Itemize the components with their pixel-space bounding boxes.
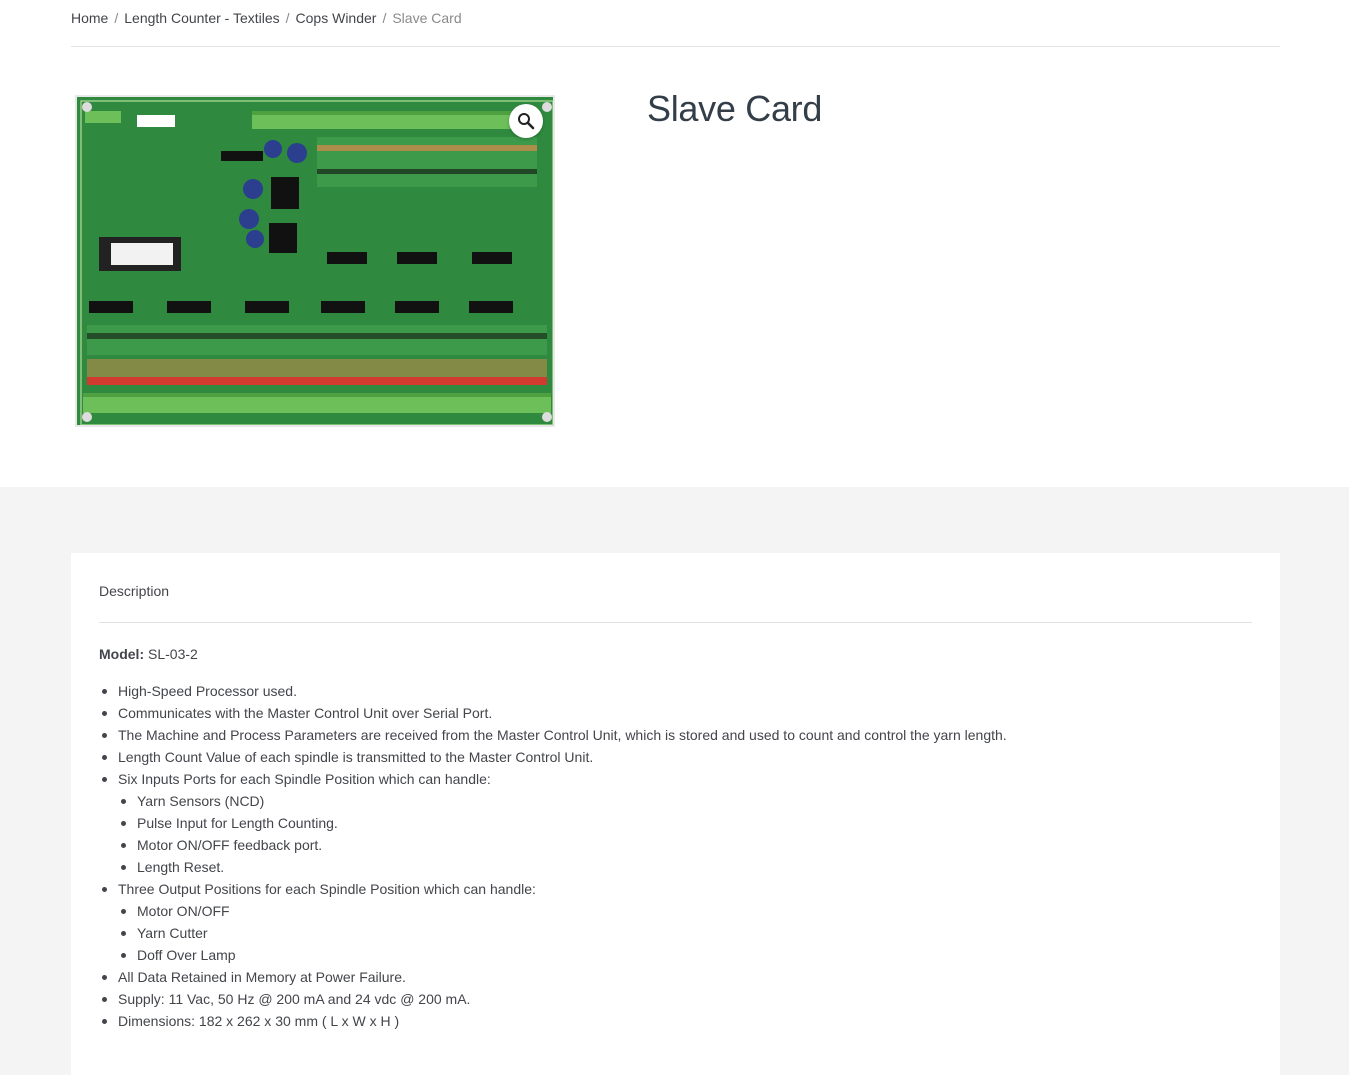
list-item: Supply: 11 Vac, 50 Hz @ 200 mA and 24 vd… <box>99 988 1252 1010</box>
list-item: Motor ON/OFF feedback port. <box>118 834 1252 856</box>
breadcrumb-separator: / <box>285 10 290 26</box>
tab-divider <box>99 622 1252 623</box>
list-item: Six Inputs Ports for each Spindle Positi… <box>99 768 1252 878</box>
outputs-sublist: Motor ON/OFF Yarn Cutter Doff Over Lamp <box>118 900 1252 966</box>
feature-list: High-Speed Processor used. Communicates … <box>99 680 1252 1032</box>
list-item: The Machine and Process Parameters are r… <box>99 724 1252 746</box>
breadcrumb-link-length-counter[interactable]: Length Counter - Textiles <box>124 10 279 26</box>
breadcrumb: Home / Length Counter - Textiles / Cops Wind… <box>71 10 1280 47</box>
magnifier-icon <box>518 113 535 130</box>
model-label: Model: <box>99 646 145 662</box>
model-value: SL-03-2 <box>148 646 198 662</box>
list-item: All Data Retained in Memory at Power Fai… <box>99 966 1252 988</box>
list-item: Yarn Sensors (NCD) <box>118 790 1252 812</box>
list-item: Dimensions: 182 x 262 x 30 mm ( L x W x … <box>99 1010 1252 1032</box>
list-item: Length Reset. <box>118 856 1252 878</box>
pcb-illustration <box>77 97 553 425</box>
list-item: Three Output Positions for each Spindle … <box>99 878 1252 966</box>
breadcrumb-link-cops-winder[interactable]: Cops Winder <box>296 10 377 26</box>
breadcrumb-separator: / <box>382 10 387 26</box>
zoom-button[interactable] <box>509 104 543 138</box>
list-item: Length Count Value of each spindle is tr… <box>99 746 1252 768</box>
breadcrumb-link-home[interactable]: Home <box>71 10 108 26</box>
list-item: High-Speed Processor used. <box>99 680 1252 702</box>
breadcrumb-current: Slave Card <box>392 10 462 26</box>
list-item: Yarn Cutter <box>118 922 1252 944</box>
description-panel: Description Model: SL-03-2 High-Speed Pr… <box>71 553 1280 1075</box>
list-item: Doff Over Lamp <box>118 944 1252 966</box>
inputs-sublist: Yarn Sensors (NCD) Pulse Input for Lengt… <box>118 790 1252 878</box>
product-title: Slave Card <box>647 88 823 129</box>
list-item: Communicates with the Master Control Uni… <box>99 702 1252 724</box>
list-item: Pulse Input for Length Counting. <box>118 812 1252 834</box>
breadcrumb-separator: / <box>114 10 119 26</box>
model-line: Model: SL-03-2 <box>99 643 1252 665</box>
product-image[interactable] <box>75 95 555 427</box>
description-content: Model: SL-03-2 High-Speed Processor used… <box>99 643 1252 1032</box>
list-item: Motor ON/OFF <box>118 900 1252 922</box>
tab-description[interactable]: Description <box>99 583 169 599</box>
